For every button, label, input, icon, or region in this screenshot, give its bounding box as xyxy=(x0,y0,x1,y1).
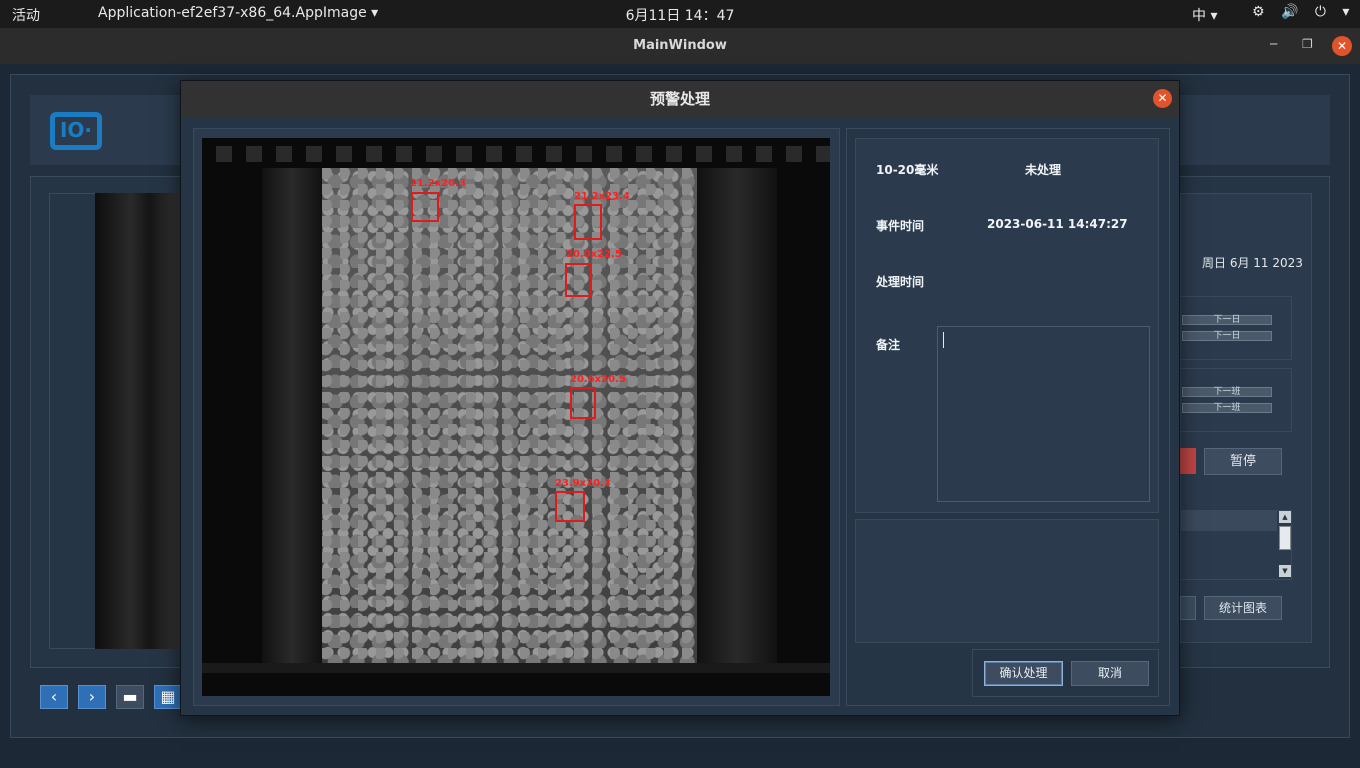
start-button[interactable] xyxy=(1180,448,1196,474)
detection-label: 20.6x20.5 xyxy=(570,374,626,385)
status-value: 未处理 xyxy=(1025,163,1062,177)
single-view-icon[interactable]: ▬ xyxy=(116,685,144,709)
size-label: 10-20毫米 xyxy=(876,163,939,177)
scrollbar-thumb[interactable] xyxy=(1279,526,1291,550)
system-top-bar: 活动 Application-ef2ef37-x86_64.AppImage ▾… xyxy=(0,0,1360,28)
video-preview xyxy=(95,193,185,649)
window-titlebar: MainWindow ─ ❐ ✕ xyxy=(0,28,1360,64)
detection-box xyxy=(565,263,592,297)
event-list[interactable] xyxy=(1180,510,1292,580)
detection-label: 21.2x20.3 xyxy=(410,178,466,189)
clock[interactable]: 6月11日 14：47 xyxy=(0,5,1360,25)
date-label: 周日 6月 11 2023 xyxy=(1202,256,1303,270)
system-tray-icons[interactable]: ⚙ 🔊 ⏻ ▾ xyxy=(1252,4,1355,20)
scroll-up-icon[interactable]: ▲ xyxy=(1279,511,1291,523)
belt-edge-top xyxy=(202,146,830,162)
text-caret xyxy=(943,332,944,348)
next-shift-button[interactable]: 下一班 xyxy=(1182,387,1272,397)
prev-page-icon[interactable]: ‹ xyxy=(40,685,68,709)
next-day-button[interactable]: 下一日 xyxy=(1182,315,1272,325)
gravel-belt xyxy=(322,168,697,668)
export-button[interactable] xyxy=(1180,596,1196,620)
list-item[interactable] xyxy=(1181,511,1277,531)
detection-label: 23.9x20.3 xyxy=(555,478,611,489)
lower-panel xyxy=(855,519,1159,643)
cancel-button[interactable]: 取消 xyxy=(1071,661,1149,686)
window-title: MainWindow xyxy=(633,38,727,53)
detection-box xyxy=(570,387,596,419)
day-group xyxy=(1180,296,1292,360)
dialog-title: 预警处理 xyxy=(181,81,1179,117)
next-page-icon[interactable]: › xyxy=(78,685,106,709)
remark-textarea[interactable] xyxy=(937,326,1150,502)
pause-button[interactable]: 暂停 xyxy=(1204,448,1282,475)
belt-rail-left xyxy=(262,168,322,668)
grid-view-icon[interactable]: ▦ xyxy=(154,685,182,709)
maximize-icon[interactable]: ❐ xyxy=(1302,37,1313,51)
detection-label: 20.0x22.5 xyxy=(566,249,622,260)
stats-chart-button[interactable]: 统计图表 xyxy=(1204,596,1282,620)
process-time-label: 处理时间 xyxy=(876,275,925,289)
detection-box xyxy=(574,204,602,240)
event-time-label: 事件时间 xyxy=(876,219,925,233)
input-method-menu[interactable]: 中 ▾ xyxy=(1192,5,1217,25)
scroll-down-icon[interactable]: ▼ xyxy=(1279,565,1291,577)
event-time-value: 2023-06-11 14:47:27 xyxy=(987,217,1128,231)
dialog-close-icon[interactable]: ✕ xyxy=(1153,89,1172,108)
window-close-icon[interactable]: ✕ xyxy=(1332,36,1352,56)
alert-dialog: 预警处理 ✕ 21.2x20.3 21.2x23.4 20.0x22.5 20.… xyxy=(180,80,1180,716)
minimize-icon[interactable]: ─ xyxy=(1270,37,1277,51)
detection-box xyxy=(411,192,439,222)
next-day-button-2[interactable]: 下一日 xyxy=(1182,331,1272,341)
belt-edge-bottom xyxy=(202,663,830,673)
detection-label: 21.2x23.4 xyxy=(574,191,630,202)
belt-rail-right xyxy=(697,168,777,668)
detection-image: 21.2x20.3 21.2x23.4 20.0x22.5 20.6x20.5 … xyxy=(202,138,830,696)
remark-label: 备注 xyxy=(876,338,901,352)
confirm-button[interactable]: 确认处理 xyxy=(984,661,1063,686)
next-shift-button-2[interactable]: 下一班 xyxy=(1182,403,1272,413)
shift-group xyxy=(1180,368,1292,432)
detection-box xyxy=(555,491,585,522)
app-logo: IO· xyxy=(50,112,102,150)
